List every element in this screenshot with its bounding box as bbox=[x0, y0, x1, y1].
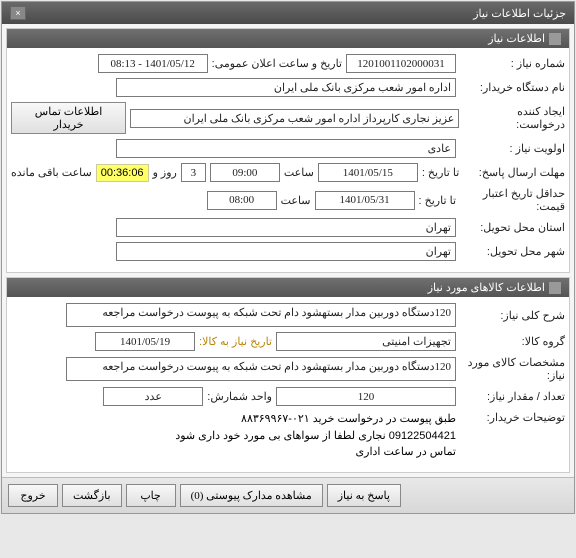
attachments-button[interactable]: مشاهده مدارک پیوستی (0) bbox=[180, 484, 323, 507]
validity-date-field[interactable] bbox=[315, 191, 415, 210]
group-field[interactable] bbox=[276, 332, 456, 351]
validity-time-field[interactable] bbox=[207, 191, 277, 210]
footer-toolbar: پاسخ به نیاز مشاهده مدارک پیوستی (0) چاپ… bbox=[2, 477, 574, 513]
print-button[interactable]: چاپ bbox=[126, 484, 176, 507]
section-goods-info: اطلاعات کالاهای مورد نیاز شرح کلی نیاز: … bbox=[6, 277, 570, 473]
deadline-time-label: ساعت bbox=[284, 166, 314, 179]
dialog-window: جزئیات اطلاعات نیاز × اطلاعات نیاز شماره… bbox=[1, 1, 575, 514]
city-label: شهر محل تحویل: bbox=[460, 245, 565, 258]
buyer-contact-button[interactable]: اطلاعات تماس خریدار bbox=[11, 102, 126, 134]
priority-field[interactable] bbox=[116, 139, 456, 158]
spec-field[interactable]: 120دستگاه دوربین مدار بستهشود دام تحت شب… bbox=[66, 357, 456, 381]
deadline-label: مهلت ارسال پاسخ: bbox=[463, 166, 565, 179]
spec-label: مشخصات کالای مورد نیاز: bbox=[460, 356, 565, 382]
announce-field[interactable] bbox=[98, 54, 208, 73]
buyer-field[interactable] bbox=[116, 78, 456, 97]
days-text: روز و bbox=[153, 166, 177, 179]
request-no-field[interactable] bbox=[346, 54, 456, 73]
unit-label: واحد شمارش: bbox=[207, 390, 272, 403]
deadline-date-field[interactable] bbox=[318, 163, 418, 182]
need-date-field[interactable] bbox=[95, 332, 195, 351]
need-date-label: تاریخ نیاز به کالا: bbox=[199, 335, 272, 348]
deadline-to-label: تا تاریخ : bbox=[422, 166, 459, 179]
desc-field[interactable]: 120دستگاه دوربین مدار بستهشود دام تحت شب… bbox=[66, 303, 456, 327]
section1-title: اطلاعات نیاز bbox=[488, 32, 545, 45]
creator-field[interactable] bbox=[130, 109, 459, 128]
province-label: استان محل تحویل: bbox=[460, 221, 565, 234]
announce-label: تاریخ و ساعت اعلان عمومی: bbox=[212, 57, 342, 70]
reply-button[interactable]: پاسخ به نیاز bbox=[327, 484, 401, 507]
validity-to-label: تا تاریخ : bbox=[419, 194, 456, 207]
qty-label: تعداد / مقدار نیاز: bbox=[460, 390, 565, 403]
city-field[interactable] bbox=[116, 242, 456, 261]
deadline-time-field[interactable] bbox=[210, 163, 280, 182]
validity-time-label: ساعت bbox=[281, 194, 311, 207]
request-no-label: شماره نیاز : bbox=[460, 57, 565, 70]
creator-label: ایجاد کننده درخواست: bbox=[463, 105, 565, 131]
unit-field[interactable] bbox=[103, 387, 203, 406]
qty-field[interactable] bbox=[276, 387, 456, 406]
close-icon[interactable]: × bbox=[10, 6, 26, 20]
days-remain-field bbox=[181, 163, 206, 182]
buyer-notes-label: توضیحات خریدار: bbox=[460, 411, 565, 424]
priority-label: اولویت نیاز : bbox=[460, 142, 565, 155]
hours-text: ساعت باقی مانده bbox=[11, 166, 92, 179]
section-need-info: اطلاعات نیاز شماره نیاز : تاریخ و ساعت ا… bbox=[6, 28, 570, 273]
validity-label: حداقل تاریخ اعتبار قیمت: bbox=[460, 187, 565, 213]
titlebar: جزئیات اطلاعات نیاز × bbox=[2, 2, 574, 24]
hours-remain-field: 00:36:06 bbox=[96, 164, 149, 182]
back-button[interactable]: بازگشت bbox=[62, 484, 122, 507]
buyer-label: نام دستگاه خریدار: bbox=[460, 81, 565, 94]
section2-title: اطلاعات کالاهای مورد نیاز bbox=[428, 281, 545, 294]
window-title: جزئیات اطلاعات نیاز bbox=[473, 7, 566, 20]
exit-button[interactable]: خروج bbox=[8, 484, 58, 507]
buyer-notes-text: طبق پیوست در درخواست خرید ۰۲۱-۸۸۳۶۹۹۶۷ 0… bbox=[66, 411, 456, 461]
list-icon bbox=[549, 282, 561, 294]
list-icon bbox=[549, 33, 561, 45]
province-field[interactable] bbox=[116, 218, 456, 237]
desc-label: شرح کلی نیاز: bbox=[460, 309, 565, 322]
section1-header: اطلاعات نیاز bbox=[7, 29, 569, 48]
group-label: گروه کالا: bbox=[460, 335, 565, 348]
section2-header: اطلاعات کالاهای مورد نیاز bbox=[7, 278, 569, 297]
